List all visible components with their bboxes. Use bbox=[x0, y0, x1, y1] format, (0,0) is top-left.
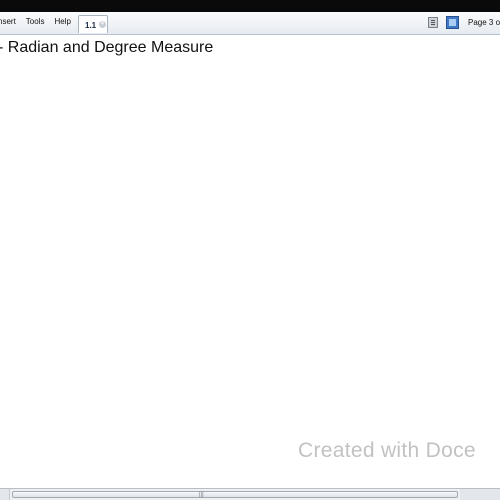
scroll-track[interactable]: ||| bbox=[10, 489, 458, 500]
screen-icon[interactable] bbox=[446, 16, 459, 29]
menu-help[interactable]: Help bbox=[54, 17, 70, 31]
page-view-icon[interactable] bbox=[428, 17, 438, 28]
grip-icon: ||| bbox=[199, 492, 204, 498]
tab-1-1[interactable]: 1.1 × bbox=[78, 15, 108, 33]
horizontal-scrollbar[interactable]: ||| bbox=[0, 488, 500, 500]
title-bar bbox=[0, 0, 500, 12]
watermark: Created with Doce bbox=[298, 439, 476, 462]
close-icon[interactable]: × bbox=[99, 21, 106, 28]
page-title: - Radian and Degree Measure bbox=[0, 39, 214, 56]
scroll-thumb[interactable]: ||| bbox=[12, 491, 458, 498]
page-indicator: Page 3 of bbox=[468, 18, 500, 27]
menu-items: nsert Tools Help bbox=[0, 17, 81, 31]
app-window: nsert Tools Help 1.1 × Page 3 of - Radia… bbox=[0, 0, 500, 500]
scroll-right-button[interactable] bbox=[460, 489, 500, 500]
menu-bar: nsert Tools Help 1.1 × bbox=[0, 12, 500, 35]
menu-insert[interactable]: nsert bbox=[0, 17, 16, 31]
tab-label: 1.1 bbox=[85, 21, 97, 30]
menu-tools[interactable]: Tools bbox=[26, 17, 45, 31]
scroll-left-button[interactable] bbox=[0, 489, 10, 500]
